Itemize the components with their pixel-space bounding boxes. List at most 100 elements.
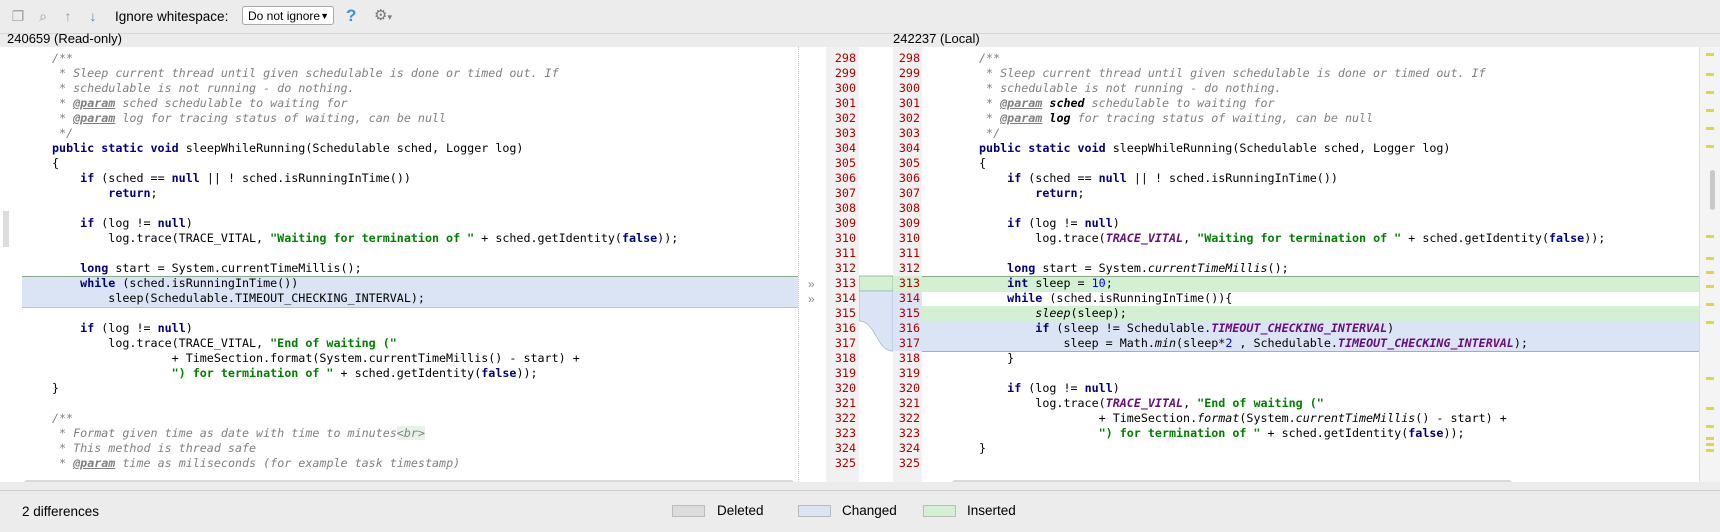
code-line: + TimeSection.format(System.currentTimeM… — [52, 351, 580, 365]
line-number: 306 — [834, 171, 856, 185]
line-number: 319 — [898, 366, 920, 380]
line-number: 308 — [834, 201, 856, 215]
find-icon[interactable]: ⌕ — [35, 8, 51, 24]
line-number: 319 — [834, 366, 856, 380]
code-line: while (sched.isRunningInTime()){ — [1007, 291, 1233, 305]
copy-icon[interactable]: ❐ — [10, 8, 26, 24]
line-number: 323 — [834, 426, 856, 440]
code-line: if (sched == null || ! sched.isRunningIn… — [1007, 171, 1338, 185]
line-number: 314 — [834, 291, 856, 305]
line-number: 324 — [834, 441, 856, 455]
changed-legend-swatch — [798, 505, 831, 517]
line-number: 323 — [898, 426, 920, 440]
line-number: 304 — [898, 141, 920, 155]
code-line: * This method is thread safe — [52, 441, 257, 455]
code-line: return; — [108, 186, 158, 200]
code-line: if (log != null) — [80, 321, 193, 335]
line-number: 315 — [834, 306, 856, 320]
code-line: if (sleep != Schedulable.TIMEOUT_CHECKIN… — [1035, 321, 1395, 335]
deleted-legend-label: Deleted — [717, 503, 764, 518]
code-line: log.trace(TRACE_VITAL, "Waiting for term… — [979, 231, 1606, 245]
line-number: 303 — [898, 126, 920, 140]
right-pane-title: 242237 (Local) — [893, 31, 980, 46]
line-number: 311 — [834, 246, 856, 260]
line-number: 305 — [898, 156, 920, 170]
deleted-legend-swatch — [672, 505, 705, 517]
left-gutter-gap — [798, 47, 826, 482]
error-stripe[interactable] — [1699, 47, 1720, 482]
settings-gear-icon[interactable]: ⚙▾ — [374, 6, 392, 24]
line-number: 299 — [898, 66, 920, 80]
line-number: 315 — [898, 306, 920, 320]
line-number: 299 — [834, 66, 856, 80]
code-line: * @param log for tracing status of waiti… — [52, 111, 447, 125]
apply-change-arrow-icon[interactable]: » — [808, 277, 815, 291]
left-editor-pane[interactable]: /** * Sleep current thread until given s… — [0, 47, 826, 482]
code-line: /** — [52, 411, 74, 425]
code-line: /** — [52, 51, 74, 65]
code-line: * Sleep current thread until given sched… — [52, 66, 559, 80]
next-difference-icon[interactable]: ↓ — [85, 8, 101, 24]
code-line: + TimeSection.format(System.currentTimeM… — [979, 411, 1507, 425]
code-line: log.trace(TRACE_VITAL, "End of waiting (… — [979, 396, 1324, 410]
code-line: return; — [1035, 186, 1085, 200]
line-number: 310 — [834, 231, 856, 245]
code-line: * Format given time as date with time to… — [52, 426, 425, 440]
line-number: 304 — [834, 141, 856, 155]
line-number: 313 — [834, 276, 856, 290]
code-line: /** — [979, 51, 1001, 65]
line-number: 308 — [898, 201, 920, 215]
differences-count: 2 differences — [22, 504, 100, 519]
help-icon[interactable]: ? — [346, 6, 356, 26]
line-number: 312 — [834, 261, 856, 275]
code-line: if (log != null) — [1007, 216, 1120, 230]
ignore-whitespace-label: Ignore whitespace: — [115, 9, 229, 24]
previous-difference-icon[interactable]: ↑ — [60, 8, 76, 24]
line-number: 306 — [898, 171, 920, 185]
inserted-legend-label: Inserted — [967, 503, 1016, 518]
line-number: 312 — [898, 261, 920, 275]
code-line: public static void sleepWhileRunning(Sch… — [52, 141, 524, 155]
code-line: * schedulable is not running - do nothin… — [979, 81, 1282, 95]
line-number: 325 — [898, 456, 920, 470]
line-number: 309 — [834, 216, 856, 230]
code-line: */ — [52, 126, 74, 140]
code-line: if (sched == null || ! sched.isRunningIn… — [80, 171, 411, 185]
right-vertical-scrollbar[interactable] — [1710, 170, 1715, 210]
line-number: 313 — [898, 276, 920, 290]
code-line: public static void sleepWhileRunning(Sch… — [979, 141, 1451, 155]
line-number: 309 — [898, 216, 920, 230]
code-line: { — [52, 156, 60, 170]
code-line: if (log != null) — [80, 216, 193, 230]
line-number: 317 — [898, 336, 920, 350]
line-number: 302 — [834, 111, 856, 125]
status-bar: 2 differences Deleted Changed Inserted — [0, 490, 1720, 532]
line-number: 305 — [834, 156, 856, 170]
line-number: 301 — [898, 96, 920, 110]
code-line: * @param log for tracing status of waiti… — [979, 111, 1374, 125]
code-line: sleep(sleep); — [1035, 306, 1127, 320]
line-number: 324 — [898, 441, 920, 455]
code-line: * @param sched schedulable to waiting fo… — [979, 96, 1275, 110]
line-number: 303 — [834, 126, 856, 140]
code-line: log.trace(TRACE_VITAL, "End of waiting (… — [52, 336, 397, 350]
line-number: 320 — [898, 381, 920, 395]
line-number: 322 — [898, 411, 920, 425]
left-horizontal-scrollbar[interactable] — [24, 480, 794, 482]
line-number: 310 — [898, 231, 920, 245]
line-number: 300 — [898, 81, 920, 95]
code-line: * Sleep current thread until given sched… — [979, 66, 1486, 80]
right-horizontal-scrollbar[interactable] — [952, 480, 1512, 482]
gear-dropdown-icon: ▾ — [387, 12, 392, 22]
gear-icon: ⚙ — [374, 7, 388, 24]
right-editor-pane[interactable]: /** * Sleep current thread until given s… — [922, 47, 1699, 482]
line-number: 314 — [898, 291, 920, 305]
code-line: * schedulable is not running - do nothin… — [52, 81, 355, 95]
code-line: ") for termination of " + sched.getIdent… — [1098, 426, 1465, 440]
apply-change-arrow-icon[interactable]: » — [808, 292, 815, 306]
ignore-whitespace-select[interactable]: Do not ignore ▼ — [242, 6, 334, 25]
line-number: 311 — [898, 246, 920, 260]
line-number: 301 — [834, 96, 856, 110]
code-line: sleep(Schedulable.TIMEOUT_CHECKING_INTER… — [52, 291, 425, 305]
inserted-legend-swatch — [923, 505, 956, 517]
